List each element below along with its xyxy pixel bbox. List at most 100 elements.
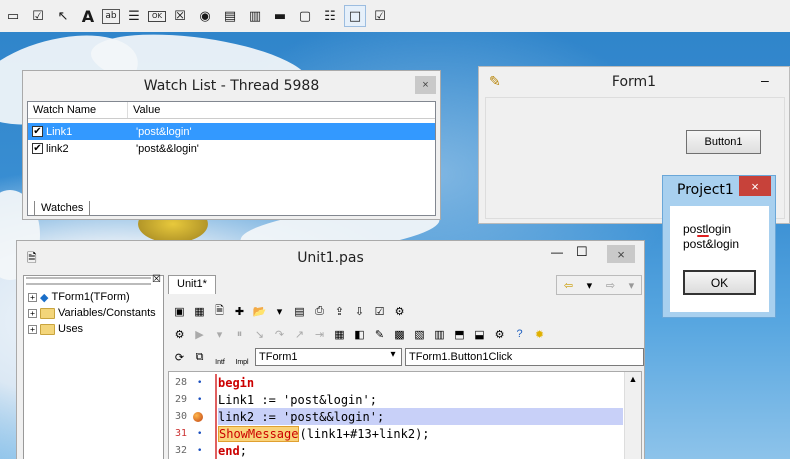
tree-item[interactable]: + ◆ TForm1(TForm) bbox=[24, 289, 163, 305]
watch-row[interactable]: ✔ Link1 'post&login' bbox=[28, 123, 435, 140]
class-combo[interactable]: TForm1 ▾ bbox=[255, 348, 402, 366]
column-header-value[interactable]: Value bbox=[128, 102, 435, 118]
actionlist-icon[interactable]: ☑ bbox=[369, 5, 391, 27]
project1-title: Project1 bbox=[677, 182, 734, 198]
save-all-icon[interactable]: ▤ bbox=[291, 303, 308, 320]
project1-dialog: Project1 × postlogin post&login OK bbox=[662, 175, 776, 318]
tree-item[interactable]: + Variables/Constants bbox=[24, 305, 163, 321]
watch-name: Link1 bbox=[46, 125, 73, 138]
close-button[interactable]: × bbox=[739, 176, 771, 196]
interface-button[interactable]: Intf bbox=[211, 349, 229, 366]
chevron-down-icon[interactable]: ▾ bbox=[271, 303, 288, 320]
tree-label: TForm1(TForm) bbox=[51, 291, 130, 303]
tool-icon[interactable]: ⬓ bbox=[471, 326, 488, 343]
code-line: ShowMessage (link1+#13+link2); bbox=[218, 425, 430, 442]
message-line-1: postlogin bbox=[683, 222, 732, 236]
options-icon[interactable]: ⚙ bbox=[391, 303, 408, 320]
radio-icon[interactable]: ◉ bbox=[194, 5, 216, 27]
open-icon[interactable]: 📂 bbox=[251, 303, 268, 320]
minimize-button[interactable]: – bbox=[761, 72, 769, 88]
edit-icon[interactable]: ✎ bbox=[371, 326, 388, 343]
build-icon[interactable]: ▩ bbox=[391, 326, 408, 343]
remove-from-project-icon[interactable]: ⇩ bbox=[351, 303, 368, 320]
step-out-icon[interactable]: ↗ bbox=[291, 326, 308, 343]
compile-icon[interactable]: ▧ bbox=[411, 326, 428, 343]
check-icon[interactable]: ☑ bbox=[371, 303, 388, 320]
ok-button[interactable]: OK bbox=[683, 270, 756, 295]
vertical-scrollbar[interactable]: ▲ bbox=[624, 372, 641, 459]
label-icon[interactable]: A bbox=[77, 5, 99, 27]
new-file-icon[interactable]: 🗎 bbox=[211, 303, 228, 320]
evaluate-icon[interactable]: ▦ bbox=[331, 326, 348, 343]
units-icon[interactable]: ▦ bbox=[191, 303, 208, 320]
checkbox-icon[interactable]: ☑ bbox=[27, 5, 49, 27]
checkbox[interactable]: ✔ bbox=[32, 126, 43, 137]
run-config-icon[interactable]: ⚙ bbox=[171, 326, 188, 343]
line-number-gutter: 28 • 29 • 30 31 • 32 • bbox=[169, 374, 211, 459]
column-header-name[interactable]: Watch Name bbox=[28, 102, 128, 118]
button-icon[interactable]: OK bbox=[148, 10, 166, 22]
close-button[interactable]: × bbox=[607, 245, 635, 263]
tree-label: Variables/Constants bbox=[58, 307, 156, 319]
code-lines: begin Link1 := 'post&login'; link2 := 'p… bbox=[218, 374, 623, 459]
toolbar-row-3: ⟳ ⧉ Intf Impl TForm1 ▾ TForm1.Button1Cli… bbox=[171, 346, 644, 368]
code-editor[interactable]: 28 • 29 • 30 31 • 32 • begin Link1 := 'post&… bbox=[168, 371, 642, 459]
groupbox-icon[interactable]: ▢ bbox=[294, 5, 316, 27]
chevron-down-icon[interactable]: ▾ bbox=[386, 349, 400, 365]
watch-row[interactable]: ✔ link2 'post&&login' bbox=[28, 140, 435, 157]
checkbox[interactable]: ✔ bbox=[32, 143, 43, 154]
deploy-icon[interactable]: ⬒ bbox=[451, 326, 468, 343]
pointer-icon[interactable]: ↖ bbox=[52, 5, 74, 27]
panel-icon[interactable]: □ bbox=[344, 5, 366, 27]
back-arrow-icon[interactable]: ⇦ bbox=[564, 279, 573, 292]
toggle-view-icon[interactable]: ⧉ bbox=[191, 349, 208, 366]
combobox-icon[interactable]: ▥ bbox=[244, 5, 266, 27]
refresh-icon[interactable]: ⟳ bbox=[171, 349, 188, 366]
forward-arrow-icon[interactable]: ⇨ bbox=[606, 279, 615, 292]
edit-icon[interactable]: ▭ bbox=[2, 5, 24, 27]
chevron-down-icon[interactable]: ▾ bbox=[587, 279, 593, 292]
scrollbar-icon[interactable]: ▬ bbox=[269, 5, 291, 27]
breakpoint-icon[interactable] bbox=[193, 411, 203, 422]
watch-list-header: Watch Name Value bbox=[28, 102, 435, 119]
minimize-button[interactable]: — bbox=[551, 245, 563, 259]
method-combo[interactable]: TForm1.Button1Click bbox=[405, 348, 644, 366]
lightbulb-icon[interactable]: ✹ bbox=[531, 326, 548, 343]
maximize-button[interactable]: ☐ bbox=[576, 244, 588, 260]
chevron-down-icon[interactable]: ▾ bbox=[629, 279, 635, 292]
tree-item[interactable]: + Uses bbox=[24, 321, 163, 337]
memo-icon[interactable]: ☰ bbox=[123, 5, 145, 27]
edit-field-icon[interactable]: ab bbox=[102, 8, 120, 24]
checkbox-x-icon[interactable]: ☒ bbox=[169, 5, 191, 27]
new-unit-icon[interactable]: ✚ bbox=[231, 303, 248, 320]
button1[interactable]: Button1 bbox=[686, 130, 761, 154]
help-icon[interactable]: ? bbox=[511, 326, 528, 343]
watch-value: 'post&login' bbox=[136, 125, 192, 138]
explorer-grip[interactable] bbox=[26, 277, 151, 285]
run-to-cursor-icon[interactable]: ⇥ bbox=[311, 326, 328, 343]
pause-icon[interactable]: ⏸ bbox=[231, 326, 248, 343]
message-line-2: post&login bbox=[683, 237, 740, 251]
expand-icon[interactable]: + bbox=[28, 324, 37, 334]
expand-icon[interactable]: + bbox=[28, 308, 37, 318]
message-panel: postlogin post&login OK bbox=[670, 206, 769, 312]
package-icon[interactable]: ▥ bbox=[431, 326, 448, 343]
step-over-icon[interactable]: ↷ bbox=[271, 326, 288, 343]
watch-icon[interactable]: ◧ bbox=[351, 326, 368, 343]
chevron-down-icon[interactable]: ▾ bbox=[211, 326, 228, 343]
implementation-button[interactable]: Impl bbox=[232, 349, 252, 366]
form-toggle-icon[interactable]: ▣ bbox=[171, 303, 188, 320]
close-icon[interactable]: ☒ bbox=[152, 274, 161, 285]
settings-icon[interactable]: ⚙ bbox=[491, 326, 508, 343]
radiogroup-icon[interactable]: ☷ bbox=[319, 5, 341, 27]
tab-watches[interactable]: Watches bbox=[34, 201, 91, 216]
add-to-project-icon[interactable]: ⇪ bbox=[331, 303, 348, 320]
expand-icon[interactable]: + bbox=[28, 292, 37, 302]
listbox-icon[interactable]: ▤ bbox=[219, 5, 241, 27]
step-into-icon[interactable]: ↘ bbox=[251, 326, 268, 343]
close-button[interactable]: × bbox=[415, 76, 436, 94]
run-icon[interactable]: ▶ bbox=[191, 326, 208, 343]
printer-icon[interactable]: ⎙ bbox=[311, 303, 328, 320]
scroll-up-icon[interactable]: ▲ bbox=[625, 374, 641, 384]
tab-unit1[interactable]: Unit1* bbox=[168, 275, 216, 294]
